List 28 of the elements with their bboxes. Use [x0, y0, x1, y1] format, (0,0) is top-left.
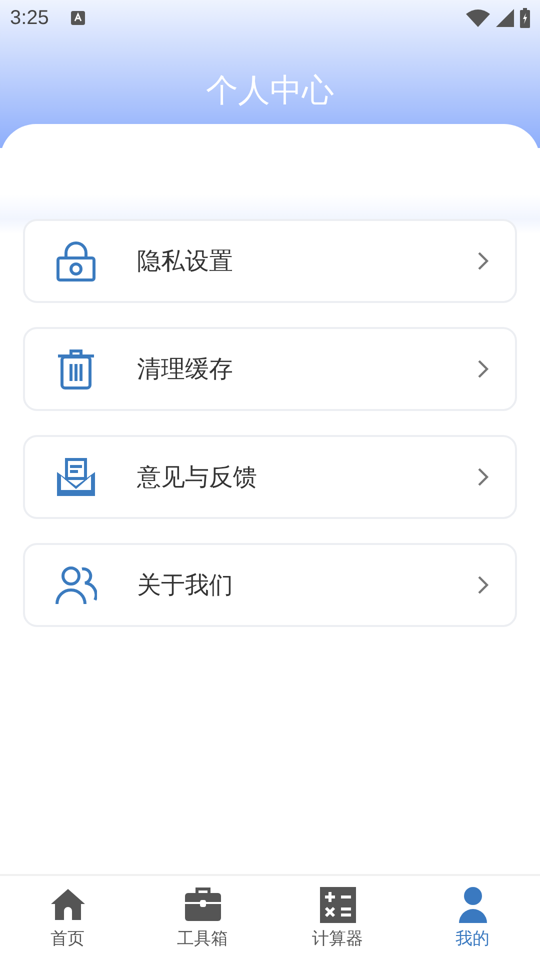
mail-letter-icon: [55, 456, 97, 498]
menu-label: 意见与反馈: [137, 462, 258, 493]
users-icon: [55, 564, 97, 606]
menu-label: 隐私设置: [137, 246, 234, 277]
menu-label: 清理缓存: [137, 354, 234, 385]
nav-tab[interactable]: 我的: [405, 876, 540, 960]
nav-tab[interactable]: 计算器: [270, 876, 405, 960]
chevron-right-icon: [477, 359, 489, 379]
keyboard-notification-icon: [70, 11, 85, 25]
menu-item[interactable]: 清理缓存: [23, 327, 517, 411]
trash-icon: [55, 348, 97, 390]
menu-item[interactable]: 隐私设置: [23, 219, 517, 303]
wifi-icon: [466, 9, 490, 27]
nav-tab[interactable]: 工具箱: [135, 876, 270, 960]
page-title: 个人中心: [205, 74, 335, 106]
battery-icon: [520, 8, 530, 28]
home-icon: [50, 886, 86, 922]
calculator-icon: [320, 886, 356, 922]
signal-icon: [496, 9, 514, 27]
menu-item[interactable]: 关于我们: [23, 543, 517, 627]
chevron-right-icon: [477, 467, 489, 487]
nav-tab[interactable]: 首页: [0, 876, 135, 960]
menu-item[interactable]: 意见与反馈: [23, 435, 517, 519]
chevron-right-icon: [477, 575, 489, 595]
menu-label: 关于我们: [137, 570, 234, 601]
status-time: 3:25: [10, 6, 49, 30]
briefcase-icon: [184, 886, 220, 922]
chevron-right-icon: [477, 251, 489, 271]
